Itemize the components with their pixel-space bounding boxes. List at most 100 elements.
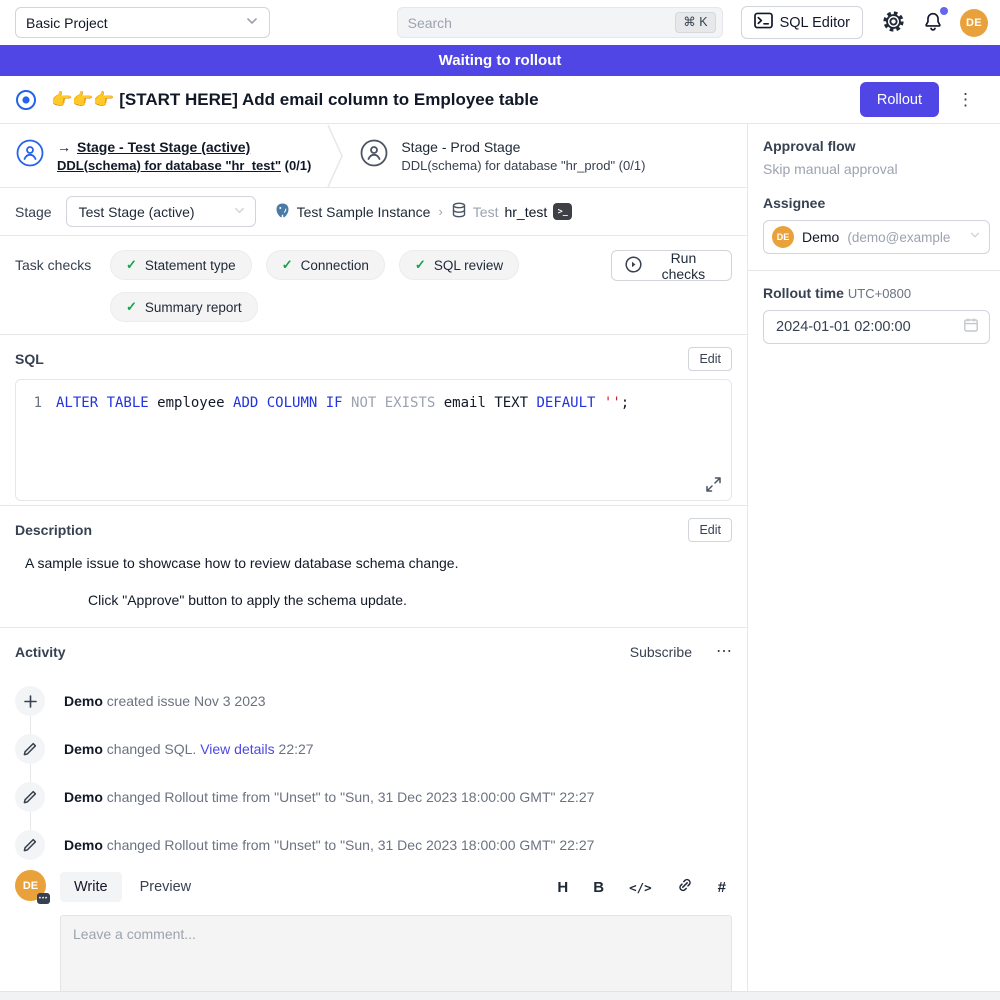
- subscribe-button[interactable]: Subscribe: [630, 644, 692, 660]
- instance-name[interactable]: Test Sample Instance: [297, 204, 431, 220]
- rollout-button[interactable]: Rollout: [860, 82, 939, 117]
- notifications-button[interactable]: [922, 10, 944, 36]
- status-banner: Waiting to rollout: [0, 45, 1000, 76]
- stage-item-test[interactable]: →Stage - Test Stage (active) DDL(schema)…: [0, 124, 321, 187]
- rollout-time-label: Rollout timeUTC+0800: [763, 285, 990, 301]
- check-chip[interactable]: ✓Summary report: [110, 292, 258, 322]
- rollout-time-picker[interactable]: [763, 310, 990, 344]
- stage-select-row: Stage Test Stage (active) Test Sample In…: [0, 188, 747, 236]
- sql-code-editor[interactable]: 1 ALTER TABLE employee ADD COLUMN IF NOT…: [15, 379, 732, 501]
- check-chip[interactable]: ✓SQL review: [399, 250, 519, 280]
- bold-icon[interactable]: B: [593, 879, 604, 896]
- search-shortcut-badge: ⌘ K: [675, 12, 715, 33]
- issue-status-icon: [15, 89, 37, 111]
- sql-editor-label: SQL Editor: [780, 15, 850, 31]
- activity-section: Activity Subscribe ⋯ Demo created issue …: [0, 628, 747, 860]
- rollout-timezone: UTC+0800: [848, 286, 911, 301]
- sql-section: SQL Edit 1 ALTER TABLE employee ADD COLU…: [0, 335, 747, 506]
- comment-avatar: DE •••: [15, 870, 46, 901]
- bottom-edge: [0, 991, 1000, 1000]
- stage-pipeline: →Stage - Test Stage (active) DDL(schema)…: [0, 124, 747, 188]
- activity-item: Demo created issue Nov 3 2023: [15, 686, 732, 716]
- task-checks-label: Task checks: [15, 250, 110, 280]
- settings-button[interactable]: [881, 9, 906, 37]
- hash-icon[interactable]: #: [718, 879, 726, 896]
- comment-input[interactable]: [60, 915, 732, 993]
- breadcrumb-separator: ›: [438, 204, 442, 219]
- project-select-value: Basic Project: [26, 15, 108, 31]
- postgres-icon: [274, 202, 291, 222]
- activity-heading: Activity: [15, 644, 66, 660]
- activity-item: Demo changed Rollout time from "Unset" t…: [15, 782, 732, 812]
- more-options-icon[interactable]: ⋯: [716, 644, 732, 660]
- stage-item-prod[interactable]: Stage - Prod Stage DDL(schema) for datab…: [343, 124, 655, 187]
- check-icon: ✓: [126, 257, 137, 273]
- activity-text: Demo changed SQL. View details 22:27: [64, 741, 314, 757]
- stage-assignee-icon-active: [15, 138, 45, 173]
- gear-icon: [881, 9, 906, 37]
- project-select[interactable]: Basic Project: [15, 7, 270, 38]
- stage-label: Stage: [15, 204, 52, 220]
- check-chip[interactable]: ✓Connection: [266, 250, 385, 280]
- stage-dropdown[interactable]: Test Stage (active): [66, 196, 256, 227]
- stage-dropdown-value: Test Stage (active): [79, 204, 195, 220]
- assignee-label: Assignee: [763, 195, 990, 211]
- issue-sidebar: Approval flow Skip manual approval Assig…: [747, 124, 1000, 1000]
- pencil-icon: [15, 782, 45, 812]
- link-icon[interactable]: [677, 877, 693, 897]
- description-text: Click "Approve" button to apply the sche…: [88, 592, 732, 608]
- activity-actor: Demo: [64, 789, 103, 805]
- database-icon: [451, 202, 467, 221]
- calendar-icon: [963, 317, 979, 338]
- stage-assignee-icon: [359, 138, 389, 173]
- terminal-icon: [754, 12, 773, 33]
- tab-preview[interactable]: Preview: [126, 872, 206, 902]
- view-details-link[interactable]: View details: [200, 741, 274, 757]
- assignee-name: Demo: [802, 229, 839, 245]
- user-avatar[interactable]: DE: [960, 9, 988, 37]
- assignee-avatar: DE: [772, 226, 794, 248]
- search-input[interactable]: [408, 15, 676, 31]
- activity-item: Demo changed Rollout time from "Unset" t…: [15, 830, 732, 860]
- activity-list: Demo created issue Nov 3 2023 Demo change…: [15, 686, 732, 860]
- tab-write[interactable]: Write: [60, 872, 122, 902]
- top-bar: Basic Project ⌘ K SQL Editor DE: [0, 0, 1000, 45]
- active-stage-arrow: →: [57, 139, 71, 155]
- stage-name: Stage - Prod Stage: [401, 139, 645, 155]
- check-chip-label: Summary report: [145, 300, 242, 315]
- description-edit-button[interactable]: Edit: [688, 518, 732, 542]
- speech-bubble-icon: •••: [37, 893, 50, 904]
- stage-task: DDL(schema) for database "hr_prod" (0/1): [401, 158, 645, 173]
- notification-dot: [940, 7, 948, 15]
- main-content: →Stage - Test Stage (active) DDL(schema)…: [0, 124, 747, 1000]
- kebab-menu-button[interactable]: ⋮: [957, 91, 974, 108]
- code-icon[interactable]: </>: [629, 880, 652, 895]
- approval-flow-label: Approval flow: [763, 138, 990, 154]
- activity-actor: Demo: [64, 837, 103, 853]
- rollout-time-input[interactable]: [776, 319, 963, 335]
- expand-icon[interactable]: [706, 477, 721, 492]
- comment-composer: DE ••• Write Preview H B </> #: [0, 860, 747, 998]
- plus-icon: [15, 686, 45, 716]
- activity-actor: Demo: [64, 741, 103, 757]
- environment-label: Test: [473, 204, 499, 220]
- check-chip[interactable]: ✓Statement type: [110, 250, 252, 280]
- issue-title-row: 👉👉👉 [START HERE] Add email column to Emp…: [0, 76, 1000, 124]
- chevron-down-icon: [233, 204, 246, 220]
- open-in-sql-editor-icon[interactable]: >_: [553, 203, 572, 220]
- chevron-down-icon: [245, 14, 259, 31]
- timeline-connector: [30, 812, 31, 830]
- timeline-connector: [30, 716, 31, 734]
- assignee-dropdown[interactable]: DE Demo (demo@example: [763, 220, 990, 254]
- sql-edit-button[interactable]: Edit: [688, 347, 732, 371]
- run-checks-button[interactable]: Run checks: [611, 250, 732, 281]
- heading-icon[interactable]: H: [557, 879, 568, 896]
- stage-separator-chevron: [327, 124, 343, 187]
- description-text: A sample issue to showcase how to review…: [25, 555, 732, 571]
- timeline-connector: [30, 764, 31, 782]
- search-box[interactable]: ⌘ K: [397, 7, 723, 38]
- sql-editor-button[interactable]: SQL Editor: [741, 6, 863, 39]
- database-name[interactable]: hr_test: [504, 204, 547, 220]
- sidebar-divider: [748, 270, 1000, 271]
- pencil-icon: [15, 734, 45, 764]
